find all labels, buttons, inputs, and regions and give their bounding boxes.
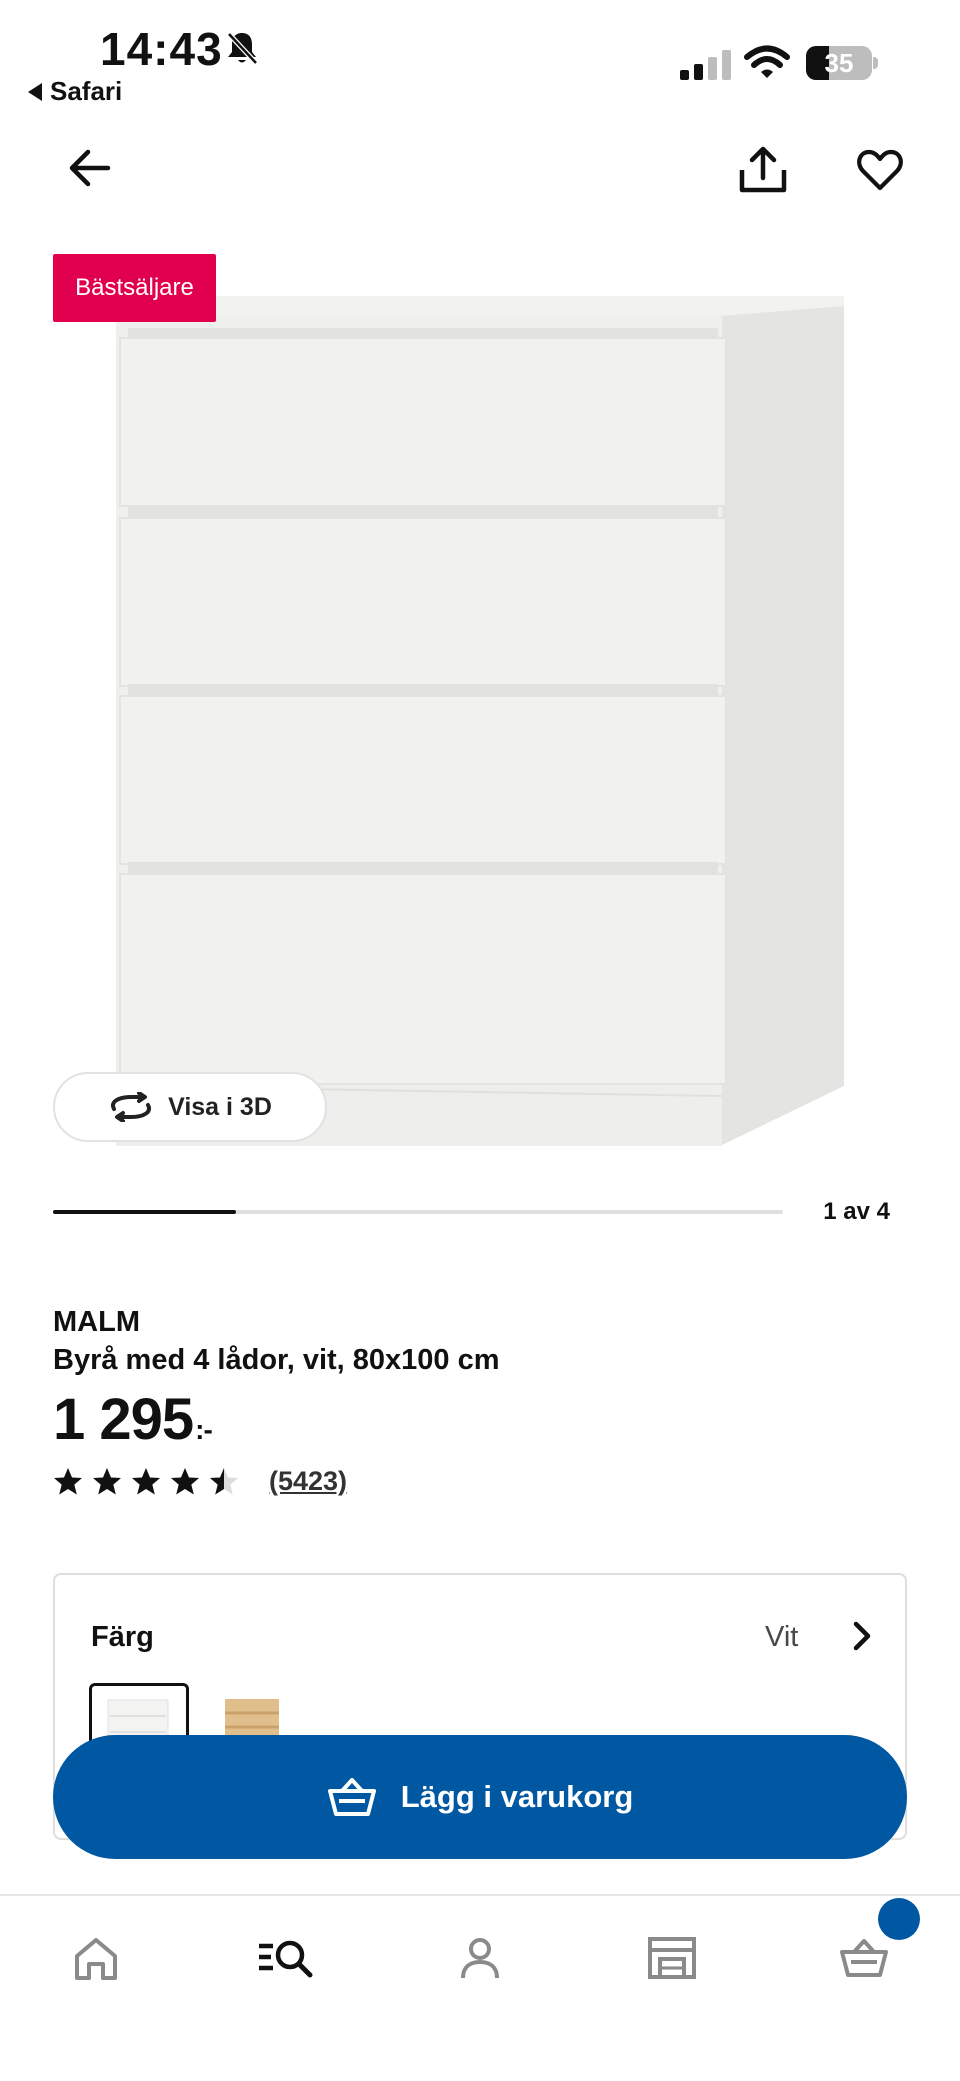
color-value: Vit	[765, 1621, 799, 1653]
price-suffix: :-	[195, 1414, 213, 1445]
cart-notification-badge	[878, 1898, 920, 1940]
price-amount: 1 295	[53, 1387, 194, 1452]
wifi-icon	[744, 45, 790, 78]
heart-favorite-icon[interactable]	[852, 142, 908, 198]
star-icon	[93, 1468, 121, 1495]
battery-level: 35	[824, 48, 854, 78]
star-icon	[132, 1468, 160, 1495]
battery-indicator: 35	[806, 46, 878, 80]
add-to-cart-button[interactable]: Lägg i varukorg	[53, 1735, 907, 1859]
star-icon	[210, 1468, 238, 1495]
profile-icon[interactable]	[448, 1926, 512, 1990]
product-name: MALM	[53, 1306, 140, 1338]
image-counter: 1 av 4	[823, 1198, 890, 1225]
view-in-3d-label: Visa i 3D	[168, 1092, 272, 1121]
star-icon	[171, 1468, 199, 1495]
back-arrow-icon[interactable]	[62, 140, 118, 196]
bell-muted-icon	[227, 32, 258, 65]
add-to-cart-label: Lägg i varukorg	[400, 1779, 634, 1814]
product-rating[interactable]: (5423)	[53, 1466, 347, 1497]
basket-icon	[327, 1778, 376, 1816]
product-image-dresser[interactable]	[110, 296, 850, 1146]
status-time: 14:43	[100, 23, 223, 75]
back-to-safari[interactable]: Safari	[28, 76, 122, 107]
view-in-3d-button[interactable]: Visa i 3D	[53, 1072, 327, 1142]
product-description: Byrå med 4 lådor, vit, 80x100 cm	[53, 1344, 500, 1376]
bottom-tab-bar	[0, 1894, 960, 2081]
home-icon[interactable]	[64, 1926, 128, 1990]
bestseller-badge: Bästsäljare	[53, 254, 216, 322]
back-app-label: Safari	[50, 76, 123, 106]
carousel-progress-fill	[53, 1210, 236, 1214]
search-icon[interactable]	[254, 1926, 318, 1990]
star-icon	[54, 1468, 82, 1495]
cellular-signal-icon	[680, 50, 731, 80]
rating-count-link[interactable]: (5423)	[269, 1466, 347, 1497]
image-carousel-progress	[53, 1210, 783, 1214]
share-icon[interactable]	[735, 142, 791, 198]
rating-stars	[53, 1467, 239, 1496]
rotate-3d-icon	[111, 1092, 152, 1122]
product-price: 1 295:-	[53, 1386, 213, 1453]
chevron-right-icon[interactable]	[845, 1619, 879, 1653]
store-icon[interactable]	[640, 1926, 704, 1990]
back-triangle-icon	[28, 82, 42, 101]
color-label: Färg	[91, 1621, 154, 1653]
